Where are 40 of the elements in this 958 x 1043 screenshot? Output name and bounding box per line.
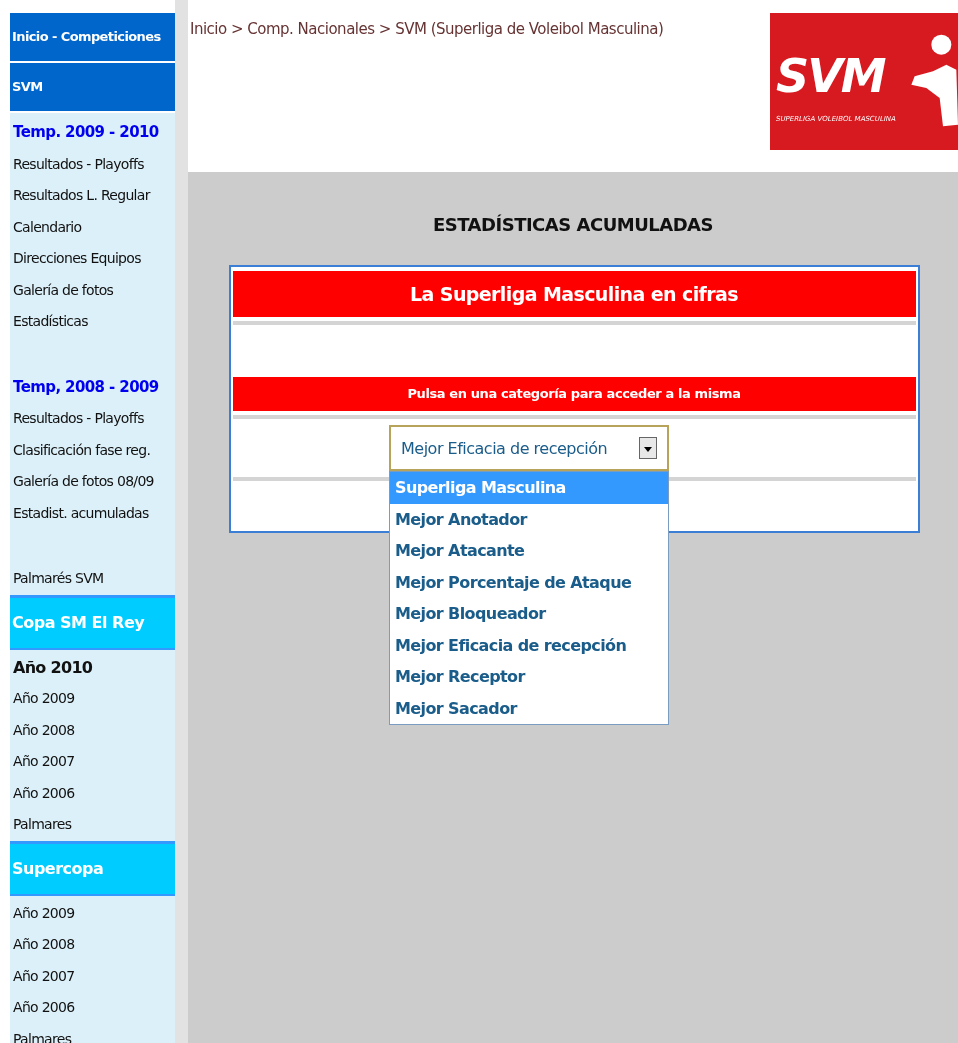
sidebar-link[interactable]: Año 2006 — [13, 992, 175, 1024]
page-title: ESTADÍSTICAS ACUMULADAS — [432, 214, 713, 235]
sidebar-link[interactable]: Estadísticas — [13, 306, 175, 338]
sidebar-link[interactable]: Direcciones Equipos — [13, 243, 175, 275]
sidebar-header[interactable]: SVM — [10, 63, 175, 113]
dropdown-option[interactable]: Mejor Bloqueador — [390, 598, 668, 630]
sidebar-link[interactable]: Resultados - Playoffs — [13, 403, 175, 435]
sidebar-link[interactable]: Calendario — [13, 211, 175, 243]
sidebar-link[interactable]: Clasificación fase reg. — [13, 434, 175, 466]
instruction-bar: Pulsa en una categoría para acceder a la misma — [232, 377, 916, 411]
sidebar-link[interactable]: Galería de fotos — [13, 274, 175, 306]
caret-icon — [639, 437, 657, 459]
dropdown-option[interactable]: Mejor Porcentaje de Ataque — [390, 566, 668, 598]
season-heading[interactable]: Temp. 2009 - 2010 — [13, 117, 175, 149]
sidebar-link[interactable]: Palmares — [13, 1023, 175, 1043]
sidebar-link[interactable]: Estadist. acumuladas — [13, 497, 175, 529]
sidebar-link[interactable]: Palmarés SVM — [13, 563, 175, 595]
sidebar-header[interactable]: Inicio - Competiciones — [10, 13, 175, 63]
dropdown-option[interactable]: Mejor Eficacia de recepción — [390, 629, 668, 661]
sidebar-link[interactable]: Año 2008 — [13, 929, 175, 961]
sidebar-link[interactable]: Año 2007 — [13, 960, 175, 992]
sidebar-link[interactable]: Año 2009 — [13, 683, 175, 715]
dropdown-option[interactable]: Mejor Atacante — [390, 535, 668, 567]
breadcrumb[interactable]: Inicio > Comp. Nacionales > SVM (Superliga de Voleibol Masculina) — [190, 20, 664, 38]
logo-title: SVM — [776, 51, 887, 101]
dropdown-option[interactable]: Mejor Anotador — [390, 503, 668, 535]
sidebar-link[interactable]: Año 2010 — [13, 651, 175, 683]
sidebar-link[interactable]: Año 2006 — [13, 777, 175, 809]
sidebar-link[interactable]: Resultados - Playoffs — [13, 148, 175, 180]
sidebar-link[interactable]: Año 2008 — [13, 714, 175, 746]
sidebar-link[interactable]: Año 2009 — [13, 897, 175, 929]
sidebar-link[interactable]: Resultados L. Regular — [13, 180, 175, 212]
sidebar-link[interactable]: Palmares — [13, 809, 175, 841]
category-select[interactable]: Mejor Eficacia de recepción — [389, 425, 669, 471]
sidebar-link[interactable]: Año 2007 — [13, 746, 175, 778]
season-heading[interactable]: Temp, 2008 - 2009 — [13, 371, 175, 403]
dropdown-option[interactable]: Mejor Sacador — [390, 692, 668, 724]
dropdown-option[interactable]: Mejor Receptor — [390, 661, 668, 693]
panel-title: La Superliga Masculina en cifras — [232, 271, 916, 317]
sidebar-link[interactable]: Galería de fotos 08/09 — [13, 466, 175, 498]
